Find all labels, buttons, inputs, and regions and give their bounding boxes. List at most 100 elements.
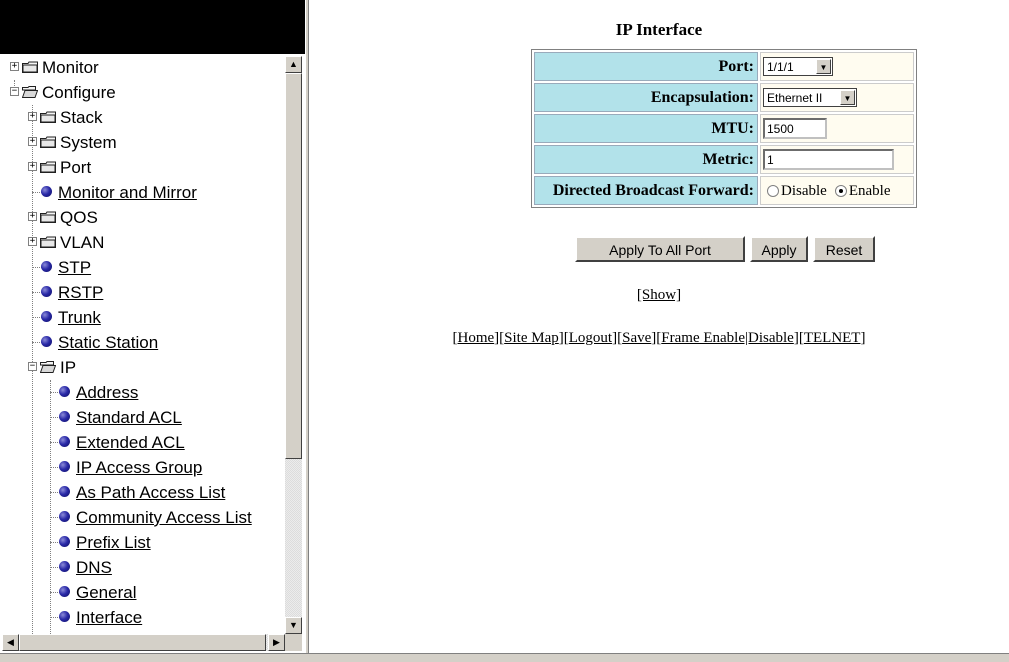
enable-radio[interactable] [834, 184, 847, 197]
tree-item-label[interactable]: DNS [76, 555, 112, 580]
collapse-icon[interactable]: − [28, 362, 37, 371]
tree-item-dns[interactable]: DNS [2, 555, 285, 580]
horizontal-scrollbar[interactable]: ◀ ▶ [2, 634, 285, 651]
scroll-left-button[interactable]: ◀ [2, 634, 19, 651]
apply-button[interactable]: Apply [750, 236, 808, 262]
page-bullet-icon [59, 511, 70, 522]
port-label: Port: [534, 52, 758, 81]
vertical-scrollbar[interactable]: ▲ ▼ [285, 56, 302, 634]
tree-item-stack[interactable]: + Stack [2, 105, 285, 130]
encapsulation-cell: Ethernet II ▼ [760, 83, 914, 112]
chevron-down-icon[interactable]: ▼ [816, 59, 831, 74]
tree-item-label[interactable]: Standard ACL [76, 405, 182, 430]
mtu-input[interactable]: 1500 [763, 118, 827, 139]
tree-item-configure[interactable]: − Configure [2, 80, 285, 105]
tree-item-monitor-and-mirror[interactable]: Monitor and Mirror [2, 180, 285, 205]
scroll-up-button[interactable]: ▲ [285, 56, 302, 73]
tree-item-label[interactable]: STP [58, 255, 91, 280]
disable-radio-label[interactable]: Disable [781, 182, 827, 198]
tree-item-label[interactable]: As Path Access List [76, 480, 225, 505]
scroll-down-button[interactable]: ▼ [285, 617, 302, 634]
tree-item-label[interactable]: Address [76, 380, 138, 405]
tree-item-label[interactable]: Monitor and Mirror [58, 180, 197, 205]
folder-icon [40, 211, 56, 223]
tree-item-qos[interactable]: + QOS [2, 205, 285, 230]
expand-icon[interactable]: + [28, 212, 37, 221]
page-bullet-icon [59, 386, 70, 397]
tree-item-label[interactable]: Interface [76, 605, 142, 630]
encapsulation-label: Encapsulation: [534, 83, 758, 112]
folder-open-icon [40, 361, 56, 373]
tree-item-label: System [60, 133, 117, 152]
tree-item-interface[interactable]: Interface [2, 605, 285, 630]
tree-item-prefix-list[interactable]: Prefix List [2, 530, 285, 555]
page-bullet-icon [59, 461, 70, 472]
tree-item-monitor[interactable]: + Monitor [2, 56, 285, 80]
show-link[interactable]: [Show] [637, 287, 681, 303]
metric-input[interactable]: 1 [763, 149, 894, 170]
encapsulation-select[interactable]: Ethernet II ▼ [763, 88, 857, 107]
tree-item-label[interactable]: Trunk [58, 305, 101, 330]
apply-to-all-port-button[interactable]: Apply To All Port [575, 236, 745, 262]
port-select[interactable]: 1/1/1 ▼ [763, 57, 833, 76]
folder-icon [40, 136, 56, 148]
tree-item-ip[interactable]: − IP [2, 355, 285, 380]
disable-radio[interactable] [767, 184, 779, 197]
tree-item-system[interactable]: + System [2, 130, 285, 155]
tree-item-label[interactable]: RSTP [58, 280, 103, 305]
tree-item-stp[interactable]: STP [2, 255, 285, 280]
page-bullet-icon [41, 286, 52, 297]
collapse-icon[interactable]: − [10, 87, 19, 96]
tree-item-label: QOS [60, 208, 98, 227]
footer-link-logout[interactable]: Logout [569, 330, 612, 346]
tree-item-trunk[interactable]: Trunk [2, 305, 285, 330]
tree-item-port[interactable]: + Port [2, 155, 285, 180]
tree-item-ip-access-group[interactable]: IP Access Group [2, 455, 285, 480]
footer-link-site-map[interactable]: Site Map [504, 330, 559, 346]
port-row: Port: 1/1/1 ▼ [534, 52, 914, 81]
tree-item-as-path-access-list[interactable]: As Path Access List [2, 480, 285, 505]
tree-item-label[interactable]: General [76, 580, 136, 605]
footer-link-frame-enable-disable[interactable]: Frame Enable|Disable [661, 330, 794, 346]
main-frame: IP Interface Port: 1/1/1 ▼ Encapsulation… [309, 0, 1009, 652]
tree-item-standard-acl[interactable]: Standard ACL [2, 405, 285, 430]
tree-item-general[interactable]: General [2, 580, 285, 605]
page-bullet-icon [59, 436, 70, 447]
tree-item-label[interactable]: Prefix List [76, 530, 151, 555]
tree-item-vlan[interactable]: + VLAN [2, 230, 285, 255]
folder-icon [40, 236, 56, 248]
tree-item-extended-acl[interactable]: Extended ACL [2, 430, 285, 455]
scrollbar-corner [285, 634, 302, 651]
expand-icon[interactable]: + [28, 162, 37, 171]
expand-icon[interactable]: + [10, 62, 19, 71]
tree-item-label[interactable]: Community Access List [76, 505, 252, 530]
mtu-label: MTU: [534, 114, 758, 143]
tree-item-community-access-list[interactable]: Community Access List [2, 505, 285, 530]
ip-interface-form: Port: 1/1/1 ▼ Encapsulation: Ethernet II… [531, 49, 917, 208]
tree-item-label[interactable]: Extended ACL [76, 430, 185, 455]
footer-link-save[interactable]: Save [622, 330, 651, 346]
tree-item-address[interactable]: Address [2, 380, 285, 405]
tree-item-label[interactable]: Static Station [58, 330, 158, 355]
tree-item-label: IP [60, 358, 77, 377]
horizontal-scroll-thumb[interactable] [19, 634, 266, 651]
page-bullet-icon [59, 411, 70, 422]
enable-radio-label[interactable]: Enable [849, 182, 891, 198]
reset-button[interactable]: Reset [813, 236, 875, 262]
footer-link-telnet[interactable]: TELNET [804, 330, 861, 346]
expand-icon[interactable]: + [28, 112, 37, 121]
banner [0, 0, 305, 54]
encapsulation-row: Encapsulation: Ethernet II ▼ [534, 83, 914, 112]
tree-item-static-station[interactable]: Static Station [2, 330, 285, 355]
expand-icon[interactable]: + [28, 237, 37, 246]
footer-link-home[interactable]: Home [458, 330, 495, 346]
chevron-down-icon[interactable]: ▼ [840, 90, 855, 105]
scroll-thumb[interactable] [285, 73, 302, 459]
tree-item-label[interactable]: IP Access Group [76, 455, 202, 480]
navigation-frame: + Monitor − Configure + Stack + System + Port Moni… [0, 0, 305, 661]
page-bullet-icon [59, 536, 70, 547]
tree-item-label: Monitor [42, 58, 99, 77]
tree-item-rstp[interactable]: RSTP [2, 280, 285, 305]
scroll-right-button[interactable]: ▶ [268, 634, 285, 651]
expand-icon[interactable]: + [28, 137, 37, 146]
